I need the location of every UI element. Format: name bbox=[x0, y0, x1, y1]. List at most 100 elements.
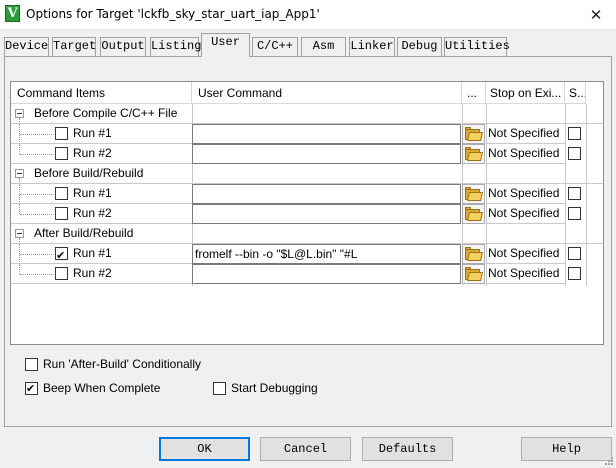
run-enable-checkbox[interactable] bbox=[55, 246, 68, 263]
defaults-button[interactable]: Defaults bbox=[362, 437, 453, 461]
help-button[interactable]: Help bbox=[521, 437, 612, 461]
run-after-build-conditionally-label: Run 'After-Build' Conditionally bbox=[43, 357, 201, 371]
folder-icon bbox=[465, 186, 483, 201]
header-browse[interactable]: ... bbox=[462, 82, 486, 104]
stop-on-exit-select[interactable]: Not Specified bbox=[486, 184, 565, 204]
tree-cell: Run #2 bbox=[11, 264, 192, 284]
header-stop-on-exit[interactable]: Stop on Exi... bbox=[486, 82, 565, 104]
s-checkbox[interactable] bbox=[568, 127, 581, 140]
group-label: Before Build/Rebuild bbox=[34, 166, 144, 180]
start-debugging-label: Start Debugging bbox=[231, 381, 318, 395]
group-row-before-compile: Before Compile C/C++ File bbox=[11, 104, 603, 124]
s-checkbox[interactable] bbox=[568, 187, 581, 200]
tree-cell: Run #1 bbox=[11, 124, 192, 144]
run-row: Run #2 Not Specified bbox=[11, 144, 603, 164]
run-label: Run #2 bbox=[73, 146, 112, 160]
collapse-icon[interactable] bbox=[15, 229, 24, 238]
browse-button[interactable] bbox=[462, 184, 485, 204]
stop-on-exit-select[interactable]: Not Specified bbox=[486, 264, 565, 284]
run-label: Run #1 bbox=[73, 186, 112, 200]
tree-line bbox=[20, 194, 54, 195]
s-checkbox[interactable] bbox=[568, 207, 581, 220]
tab-utilities[interactable]: Utilities bbox=[444, 37, 510, 56]
run-row: Run #1 Not Specified bbox=[11, 184, 603, 204]
browse-button[interactable] bbox=[462, 204, 485, 224]
user-command-input[interactable] bbox=[192, 204, 461, 224]
tree-line bbox=[19, 144, 20, 154]
folder-icon bbox=[465, 266, 483, 281]
folder-icon bbox=[465, 146, 483, 161]
start-debugging-option[interactable]: Start Debugging bbox=[213, 381, 343, 397]
tab-listing[interactable]: Listing bbox=[150, 37, 201, 56]
folder-icon bbox=[465, 246, 483, 261]
run-row: Run #2 Not Specified bbox=[11, 264, 603, 284]
tab-output[interactable]: Output bbox=[100, 37, 146, 56]
run-label: Run #2 bbox=[73, 266, 112, 280]
run-row: Run #1 Not Specified bbox=[11, 124, 603, 144]
run-enable-checkbox[interactable] bbox=[55, 207, 68, 220]
tree-line bbox=[20, 134, 54, 135]
tree-line bbox=[20, 274, 54, 275]
collapse-icon[interactable] bbox=[15, 109, 24, 118]
ok-button[interactable]: OK bbox=[159, 437, 250, 461]
user-command-input[interactable] bbox=[192, 144, 461, 164]
user-command-grid: Command Items User Command ... Stop on E… bbox=[10, 81, 604, 345]
group-row-after-build: After Build/Rebuild bbox=[11, 224, 603, 244]
run-row: Run #1 fromelf --bin -o "$L@L.bin" "#L N… bbox=[11, 244, 603, 264]
tab-c-cpp[interactable]: C/C++ bbox=[252, 37, 298, 56]
group-label: After Build/Rebuild bbox=[34, 226, 134, 240]
empty-cell bbox=[192, 164, 603, 184]
folder-icon bbox=[465, 206, 483, 221]
header-user-command[interactable]: User Command bbox=[192, 82, 462, 104]
tab-target[interactable]: Target bbox=[52, 37, 96, 56]
stop-on-exit-select[interactable]: Not Specified bbox=[486, 204, 565, 224]
start-debugging-checkbox[interactable] bbox=[213, 382, 226, 395]
tab-linker[interactable]: Linker bbox=[349, 37, 395, 56]
run-row: Run #2 Not Specified bbox=[11, 204, 603, 224]
tree-line bbox=[20, 214, 54, 215]
s-checkbox[interactable] bbox=[568, 267, 581, 280]
run-enable-checkbox[interactable] bbox=[55, 187, 68, 200]
browse-button[interactable] bbox=[462, 264, 485, 284]
browse-button[interactable] bbox=[462, 124, 485, 144]
tree-cell: Run #2 bbox=[11, 144, 192, 164]
stop-on-exit-select[interactable]: Not Specified bbox=[486, 124, 565, 144]
user-command-input[interactable] bbox=[192, 124, 461, 144]
run-after-build-conditionally-checkbox[interactable] bbox=[25, 358, 38, 371]
empty-cell bbox=[192, 224, 603, 244]
browse-button[interactable] bbox=[462, 144, 485, 164]
run-enable-checkbox[interactable] bbox=[55, 147, 68, 160]
beep-when-complete-option[interactable]: Beep When Complete bbox=[25, 381, 185, 397]
user-command-input[interactable] bbox=[192, 264, 461, 284]
beep-when-complete-checkbox[interactable] bbox=[25, 381, 38, 396]
header-command-items[interactable]: Command Items bbox=[11, 82, 192, 104]
tab-asm[interactable]: Asm bbox=[301, 37, 346, 56]
user-command-input[interactable]: fromelf --bin -o "$L@L.bin" "#L bbox=[192, 244, 461, 264]
browse-button[interactable] bbox=[462, 244, 485, 264]
s-checkbox[interactable] bbox=[568, 247, 581, 260]
beep-when-complete-label: Beep When Complete bbox=[43, 381, 161, 395]
s-checkbox[interactable] bbox=[568, 147, 581, 160]
collapse-icon[interactable] bbox=[15, 169, 24, 178]
keil-app-icon: V bbox=[5, 5, 20, 22]
tree-line bbox=[20, 254, 54, 255]
cancel-button[interactable]: Cancel bbox=[260, 437, 351, 461]
run-after-build-conditionally-option[interactable]: Run 'After-Build' Conditionally bbox=[25, 357, 225, 373]
header-s[interactable]: S... bbox=[565, 82, 586, 104]
run-enable-checkbox[interactable] bbox=[55, 127, 68, 140]
window-title: Options for Target 'lckfb_sky_star_uart_… bbox=[26, 7, 320, 21]
tab-debug[interactable]: Debug bbox=[397, 37, 442, 56]
stop-on-exit-select[interactable]: Not Specified bbox=[486, 244, 565, 264]
tab-device[interactable]: Device bbox=[4, 37, 49, 56]
resize-grip-icon[interactable] bbox=[604, 456, 614, 466]
stop-on-exit-select[interactable]: Not Specified bbox=[486, 144, 565, 164]
tree-cell: Before Build/Rebuild bbox=[11, 164, 192, 184]
user-command-input[interactable] bbox=[192, 184, 461, 204]
tree-line bbox=[19, 264, 20, 274]
tab-user[interactable]: User bbox=[201, 33, 250, 57]
tree-cell: After Build/Rebuild bbox=[11, 224, 192, 244]
run-enable-checkbox[interactable] bbox=[55, 267, 68, 280]
tree-line bbox=[20, 154, 54, 155]
close-icon[interactable]: ✕ bbox=[576, 0, 616, 30]
tree-cell: Before Compile C/C++ File bbox=[11, 104, 192, 124]
